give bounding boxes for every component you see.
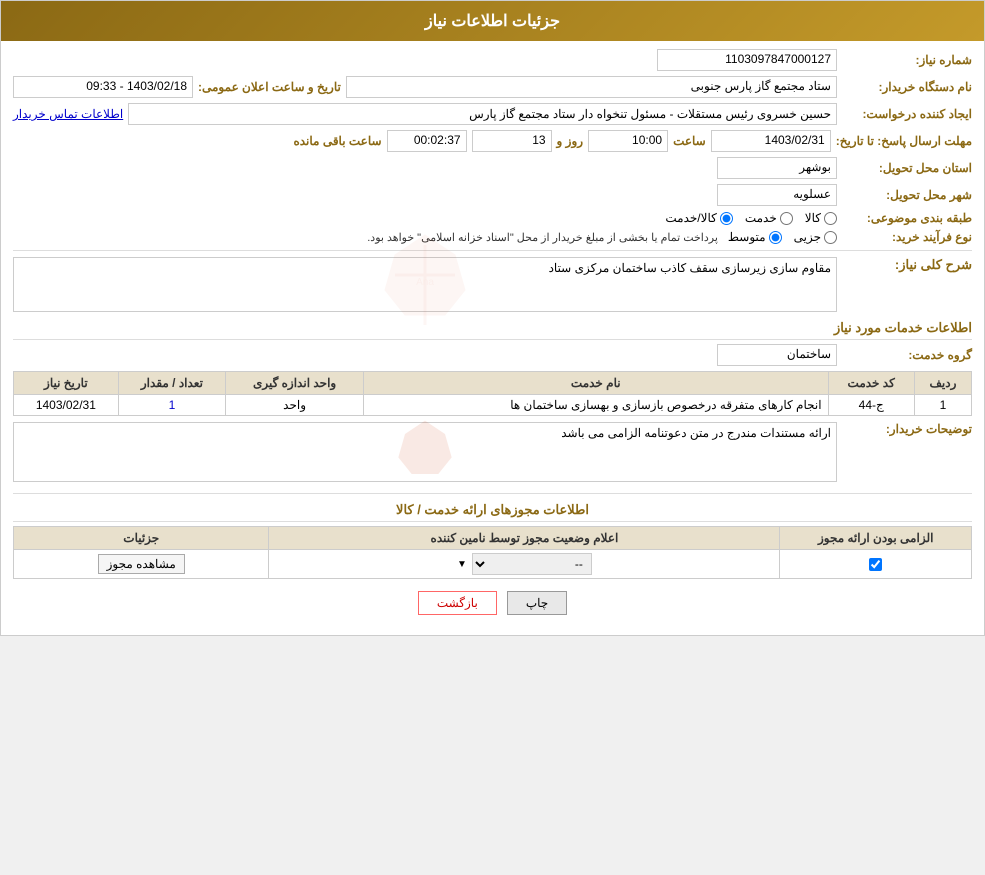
buyer-notes-section: توضیحات خریدار: ارائه مستندات مندرج در م… xyxy=(13,422,972,485)
purchase-type-jozi: جزیی xyxy=(794,230,837,244)
deadline-date: 1403/02/31 xyxy=(711,130,831,152)
th-date: تاریخ نیاز xyxy=(14,372,119,395)
service-group-value: ساختمان xyxy=(717,344,837,366)
deadline-time: 10:00 xyxy=(588,130,668,152)
view-license-button[interactable]: مشاهده مجوز xyxy=(98,554,185,574)
general-desc-label: شرح کلی نیاز: xyxy=(842,257,972,276)
th-unit: واحد اندازه گیری xyxy=(226,372,364,395)
contact-link[interactable]: اطلاعات تماس خریدار xyxy=(13,107,123,121)
delivery-province-label: استان محل تحویل: xyxy=(842,161,972,175)
creator-value: حسین خسروی رئیس مستقلات - مسئول تنخواه د… xyxy=(128,103,837,125)
deadline-countdown: 00:02:37 xyxy=(387,130,467,152)
category-kala-radio[interactable] xyxy=(824,212,837,225)
action-buttons-row: چاپ بازگشت xyxy=(13,591,972,615)
th-qty: تعداد / مقدار xyxy=(118,372,225,395)
category-row: طبقه بندی موضوعی: کالا خدمت کالا/خدمت xyxy=(13,211,972,225)
request-number-value: 1103097847000127 xyxy=(657,49,837,71)
category-kala: کالا xyxy=(805,211,837,225)
deadline-countdown-label: ساعت باقی مانده xyxy=(293,134,381,148)
page-header: جزئیات اطلاعات نیاز xyxy=(1,1,984,41)
city-row: شهر محل تحویل: عسلویه xyxy=(13,184,972,206)
purchase-type-jozi-radio[interactable] xyxy=(824,231,837,244)
category-label: طبقه بندی موضوعی: xyxy=(842,211,972,225)
general-desc-textarea[interactable]: مقاوم سازی زیرسازی سقف کاذب ساختمان مرکز… xyxy=(13,257,837,312)
province-row: استان محل تحویل: بوشهر xyxy=(13,157,972,179)
announce-date-label: تاریخ و ساعت اعلان عمومی: xyxy=(198,80,341,94)
org-announce-row: نام دستگاه خریدار: ستاد مجتمع گاز پارس ج… xyxy=(13,76,972,98)
delivery-province: بوشهر xyxy=(717,157,837,179)
response-deadline-label: مهلت ارسال پاسخ: تا تاریخ: xyxy=(836,134,972,148)
th-license-details: جزئیات xyxy=(14,527,269,550)
license-status-select[interactable]: -- xyxy=(472,553,592,575)
chevron-down-icon: ▼ xyxy=(457,559,467,570)
request-number-label: شماره نیاز: xyxy=(842,53,972,67)
purchase-type-label: نوع فرآیند خرید: xyxy=(842,230,972,244)
print-button[interactable]: چاپ xyxy=(507,591,567,615)
th-license-status: اعلام وضعیت مجوز توسط نامین کننده xyxy=(269,527,780,550)
org-value: ستاد مجتمع گاز پارس جنوبی xyxy=(346,76,837,98)
category-kala-khedmat-radio[interactable] xyxy=(720,212,733,225)
deadline-day-label: روز و xyxy=(557,134,584,148)
row-unit: واحد xyxy=(226,395,364,416)
page-wrapper: جزئیات اطلاعات نیاز شماره نیاز: 11030978… xyxy=(0,0,985,636)
deadline-time-label: ساعت xyxy=(673,134,706,148)
category-khedmat-radio[interactable] xyxy=(780,212,793,225)
row-qty: 1 xyxy=(118,395,225,416)
services-table: ردیف کد خدمت نام خدمت واحد اندازه گیری ت… xyxy=(13,371,972,416)
row-date: 1403/02/31 xyxy=(14,395,119,416)
request-number-row: شماره نیاز: 1103097847000127 xyxy=(13,49,972,71)
th-num: ردیف xyxy=(914,372,971,395)
creator-label: ایجاد کننده درخواست: xyxy=(842,107,972,121)
th-code: کد خدمت xyxy=(828,372,914,395)
org-label: نام دستگاه خریدار: xyxy=(842,80,972,94)
license-required-checkbox[interactable] xyxy=(869,558,882,571)
th-license-required: الزامی بودن ارائه مجوز xyxy=(780,527,972,550)
service-group-label: گروه خدمت: xyxy=(842,348,972,362)
purchase-type-note: پرداخت تمام یا بخشی از مبلغ خریدار از مح… xyxy=(367,231,718,244)
table-row: 1 ج-44 انجام کارهای متفرقه درخصوص بازساز… xyxy=(14,395,972,416)
purchase-type-motavasset-radio[interactable] xyxy=(769,231,782,244)
general-desc-row: شرح کلی نیاز: Ana مقاوم سازی زیرسازی سقف… xyxy=(13,257,972,312)
creator-row: ایجاد کننده درخواست: حسین خسروی رئیس مست… xyxy=(13,103,972,125)
license-details-cell: مشاهده مجوز xyxy=(14,550,269,579)
category-kala-khedmat: کالا/خدمت xyxy=(665,211,732,225)
row-num: 1 xyxy=(914,395,971,416)
buyer-notes-label: توضیحات خریدار: xyxy=(842,422,972,436)
services-info-label: اطلاعات خدمات مورد نیاز xyxy=(13,320,972,340)
deadline-row: مهلت ارسال پاسخ: تا تاریخ: 1403/02/31 سا… xyxy=(13,130,972,152)
purchase-type-row: نوع فرآیند خرید: جزیی متوسط پرداخت تمام … xyxy=(13,230,972,244)
content-area: شماره نیاز: 1103097847000127 نام دستگاه … xyxy=(1,41,984,635)
row-service-name: انجام کارهای متفرقه درخصوص بازسازی و بهس… xyxy=(364,395,829,416)
category-khedmat: خدمت xyxy=(745,211,793,225)
buyer-notes-textarea[interactable]: ارائه مستندات مندرج در متن دعوتنامه الزا… xyxy=(13,422,837,482)
category-radio-group: کالا خدمت کالا/خدمت xyxy=(665,211,837,225)
th-name: نام خدمت xyxy=(364,372,829,395)
license-table: الزامی بودن ارائه مجوز اعلام وضعیت مجوز … xyxy=(13,526,972,579)
license-status-cell: -- ▼ xyxy=(269,550,780,579)
page-title: جزئیات اطلاعات نیاز xyxy=(425,13,560,30)
deadline-days: 13 xyxy=(472,130,552,152)
delivery-city-label: شهر محل تحویل: xyxy=(842,188,972,202)
license-required-cell xyxy=(780,550,972,579)
purchase-type-motavasset: متوسط xyxy=(728,230,782,244)
service-group-row: گروه خدمت: ساختمان xyxy=(13,344,972,366)
announce-date-value: 1403/02/18 - 09:33 xyxy=(13,76,193,98)
purchase-type-radio-group: جزیی متوسط xyxy=(728,230,837,244)
back-button[interactable]: بازگشت xyxy=(418,591,497,615)
license-table-row: -- ▼ مشاهده مجوز xyxy=(14,550,972,579)
delivery-city: عسلویه xyxy=(717,184,837,206)
license-section-label: اطلاعات مجوزهای ارائه خدمت / کالا xyxy=(13,502,972,522)
row-code: ج-44 xyxy=(828,395,914,416)
